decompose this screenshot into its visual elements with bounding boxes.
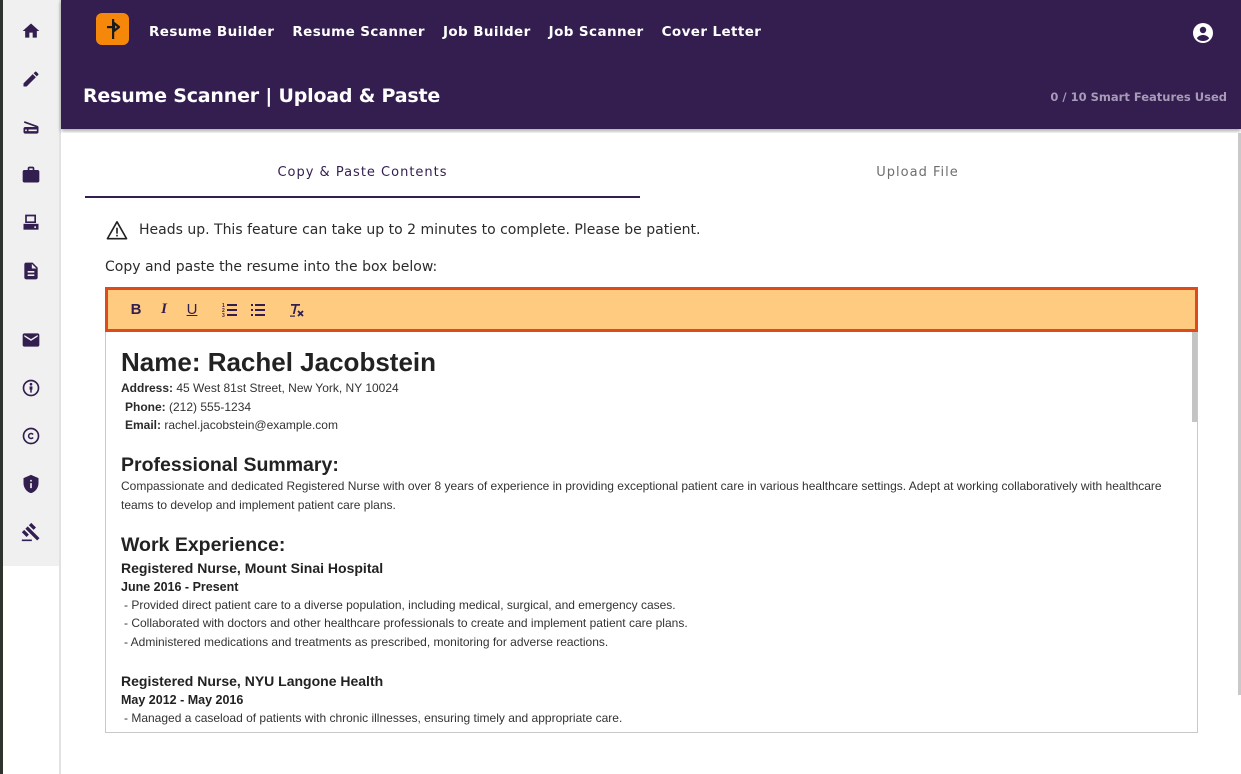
job-bullet: - Provided direct patient care to a dive… [124,597,676,612]
app-header: Resume Builder Resume Scanner Job Builde… [61,0,1241,129]
job-bullet: - Administered medications and treatment… [124,634,609,649]
tab-bar: Copy & Paste Contents Upload File [85,163,1195,198]
bold-button[interactable]: B [122,298,150,322]
ordered-list-icon: 123 [222,303,237,319]
clear-formatting-icon [290,303,304,317]
experience-heading: Work Experience: [121,533,286,556]
italic-button[interactable]: I [150,298,178,322]
summary-heading: Professional Summary: [121,453,339,476]
notice-banner: Heads up. This feature can take up to 2 … [106,220,701,240]
nav-resume-scanner[interactable]: Resume Scanner [292,24,425,40]
job-title: Registered Nurse, Mount Sinai Hospital [121,559,384,576]
tab-upload-file[interactable]: Upload File [640,163,1195,198]
account-circle-icon[interactable] [1191,21,1215,45]
nav-job-builder[interactable]: Job Builder [443,24,531,40]
svg-text:3: 3 [222,313,225,319]
tab-copy-paste[interactable]: Copy & Paste Contents [85,163,640,198]
notice-text: Heads up. This feature can take up to 2 … [139,222,701,238]
job-title: Registered Nurse, NYU Langone Health [121,673,384,689]
resume-text-area[interactable]: Name: Rachel Jacobstein Address: 45 West… [106,333,1192,731]
underline-icon: U [186,301,198,318]
mail-icon[interactable] [20,329,42,351]
ordered-list-button[interactable]: 123 [216,298,244,322]
job-entry: Registered Nurse, Mount Sinai Hospital J… [121,558,1177,652]
editor-toolbar: B I U 123 [105,287,1198,332]
underline-button[interactable]: U [178,298,206,322]
pencil-icon[interactable] [20,68,42,90]
job-dates: May 2012 - May 2016 [121,693,244,707]
warning-icon [106,221,128,240]
fax-icon[interactable] [20,212,42,234]
job-entry: Registered Nurse, NYU Langone Health May… [121,671,1177,728]
bullet-list-button[interactable] [244,298,272,322]
smart-features-usage: 0 / 10 Smart Features Used [1050,90,1227,104]
gavel-icon[interactable] [20,521,42,543]
instructions-label: Copy and paste the resume into the box b… [105,259,438,275]
phone-line: Phone: (212) 555-1234 [125,399,252,414]
job-bullet: - Collaborated with doctors and other he… [124,616,688,630]
resume-editor: B I U 123 Name: Rachel Jacobstein Addres… [105,287,1198,733]
main-nav: Resume Builder Resume Scanner Job Builde… [149,24,779,40]
job-bullet: - Managed a caseload of patients with ch… [124,711,623,725]
accessibility-icon[interactable] [20,377,42,399]
copyright-icon[interactable] [20,425,42,447]
scanner-icon[interactable] [20,116,42,138]
italic-icon: I [161,301,167,317]
email-line: Email: rachel.jacobstein@example.com [125,418,338,432]
page-title: Resume Scanner | Upload & Paste [83,85,441,107]
nav-cover-letter[interactable]: Cover Letter [662,24,762,40]
summary-text: Compassionate and dedicated Registered N… [121,478,1162,512]
shield-info-icon[interactable] [20,473,42,495]
signpost-logo-icon[interactable] [96,13,129,45]
clear-formatting-button[interactable] [282,298,310,322]
nav-resume-builder[interactable]: Resume Builder [149,24,274,40]
sidebar-footer-space [3,566,59,774]
address-line: Address: 45 West 81st Street, New York, … [121,381,399,395]
editor-scrollbar[interactable] [1192,332,1197,422]
nav-job-scanner[interactable]: Job Scanner [549,24,644,40]
bold-icon: B [130,301,142,318]
scanner-card: Copy & Paste Contents Upload File Heads … [61,133,1241,774]
resume-name-heading: Name: Rachel Jacobstein [121,347,437,377]
icon-sidebar [3,0,59,566]
briefcase-icon[interactable] [20,164,42,186]
document-icon[interactable] [20,260,42,282]
job-dates: June 2016 - Present [121,579,239,594]
home-icon[interactable] [20,20,42,42]
bullet-list-icon [251,303,265,316]
